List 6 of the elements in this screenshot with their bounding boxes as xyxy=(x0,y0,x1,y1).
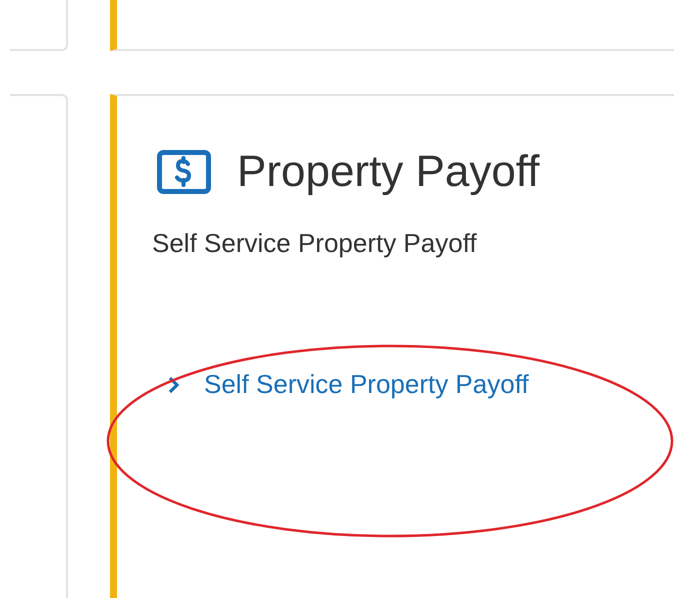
dollar-bill-icon xyxy=(157,150,211,194)
card-background xyxy=(10,0,68,51)
chevron-right-icon xyxy=(168,376,180,394)
card-link[interactable]: Self Service Property Payoff xyxy=(204,369,529,400)
card-description: Self Service Property Payoff xyxy=(152,228,478,259)
card-title: Property Payoff xyxy=(237,146,540,198)
